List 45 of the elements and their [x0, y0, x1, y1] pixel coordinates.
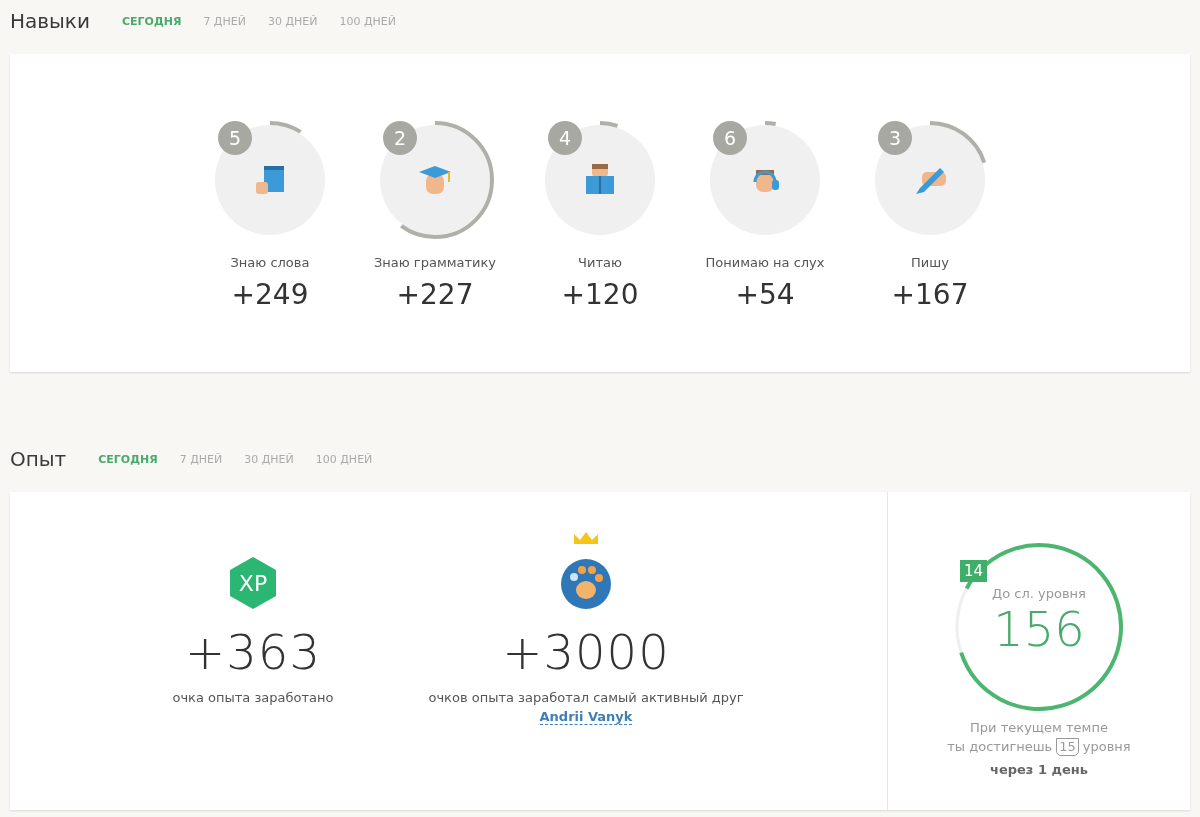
xp-value: +363 [185, 624, 321, 680]
book-icon [256, 166, 284, 194]
skill-value: +54 [735, 278, 795, 311]
headphones-icon [753, 170, 779, 192]
next-level-badge: 15 [1056, 738, 1079, 756]
level-badge: 3 [878, 121, 912, 155]
forecast-time: через 1 день [989, 761, 1088, 777]
section-title: Опыт [10, 447, 67, 471]
xp-caption: очка опыта заработано [172, 690, 334, 705]
section-title: Навыки [10, 9, 90, 33]
period-tab[interactable]: 100 ДНЕЙ [315, 452, 373, 466]
pencil-icon [916, 168, 946, 194]
forecast-text: уровня [1082, 739, 1131, 755]
friend-xp-value: +3000 [502, 624, 670, 680]
xp-remaining: 156 [993, 605, 1085, 653]
next-level-label: До сл. уровня [992, 586, 1086, 601]
skill-value: +167 [891, 278, 969, 311]
friend-avatar-icon [560, 532, 612, 610]
skill-label: Знаю слова [230, 255, 310, 270]
period-tab[interactable]: СЕГОДНЯ [98, 452, 158, 466]
period-tab[interactable]: 30 ДНЕЙ [267, 14, 318, 28]
forecast-text: При текущем темпе [970, 720, 1108, 735]
skill-label: Читаю [578, 255, 622, 270]
friend-name-link[interactable]: Andrii Vanyk [539, 709, 633, 725]
skill-label: Пишу [911, 255, 949, 270]
skill-value: +120 [561, 278, 639, 311]
level-badge: 2 [383, 121, 417, 155]
period-tab[interactable]: 7 ДНЕЙ [203, 14, 246, 28]
period-tab[interactable]: 100 ДНЕЙ [339, 14, 396, 28]
graduate-icon [419, 166, 451, 194]
skill-label: Понимаю на слух [705, 255, 825, 270]
skill-label: Знаю грамматику [373, 255, 497, 270]
forecast-text: ты достигнешь [947, 739, 1053, 755]
skill-value: +227 [396, 278, 474, 311]
level-badge: 5 [218, 121, 252, 155]
period-tab[interactable]: СЕГОДНЯ [121, 14, 182, 28]
period-tab[interactable]: 30 ДНЕЙ [244, 452, 294, 466]
level-badge: 6 [713, 121, 747, 155]
reader-icon [586, 164, 614, 194]
level-ring-track [955, 587, 968, 654]
friend-xp-caption: очков опыта заработал самый активный друг [428, 690, 744, 705]
skill-value: +249 [231, 278, 309, 311]
current-level-badge: 14 [960, 560, 988, 582]
period-tab[interactable]: 7 ДНЕЙ [179, 452, 223, 466]
level-badge: 4 [548, 121, 582, 155]
